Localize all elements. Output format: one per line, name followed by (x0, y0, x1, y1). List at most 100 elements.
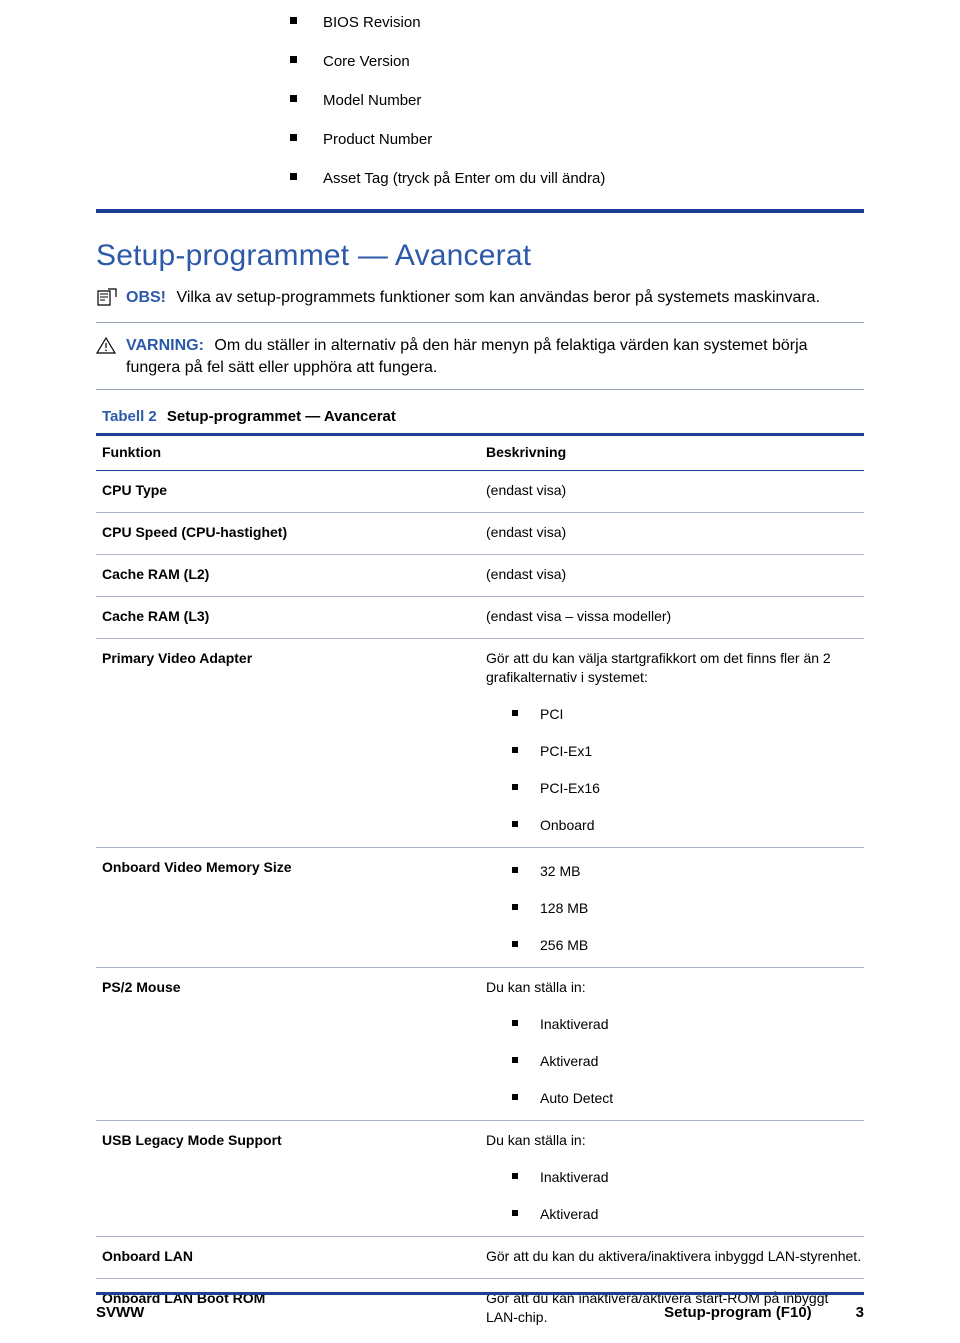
page-footer: SVWW Setup-program (F10) 3 (96, 1292, 864, 1321)
table-caption-label: Tabell 2 (102, 408, 157, 425)
row-lead-text: (endast visa) (486, 482, 567, 498)
list-item: Onboard (512, 816, 864, 835)
row-bullet-list: Inaktiverad Aktiverad Auto Detect (486, 1015, 864, 1108)
row-lead-text: (endast visa – vissa modeller) (486, 608, 672, 624)
section-divider (96, 209, 864, 213)
table-header-funktion: Funktion (96, 433, 480, 471)
row-beskrivning: 32 MB 128 MB 256 MB (480, 847, 864, 968)
page-number: 3 (855, 1304, 864, 1321)
row-funktion: PS/2 Mouse (96, 967, 480, 1121)
list-item: BIOS Revision (290, 14, 864, 31)
bullet-dot-icon (512, 1094, 518, 1100)
table-header-row: Funktion Beskrivning (96, 433, 864, 471)
bullet-dot-icon (512, 867, 518, 873)
bullet-dot-icon (512, 1057, 518, 1063)
list-item: Auto Detect (512, 1089, 864, 1108)
table-row: Cache RAM (L3) (endast visa – vissa mode… (96, 596, 864, 639)
table-row: Cache RAM (L2) (endast visa) (96, 554, 864, 597)
list-item-label: Aktiverad (540, 1206, 599, 1222)
note-warning-text: Om du ställer in alternativ på den här m… (126, 337, 808, 376)
list-item: Inaktiverad (512, 1015, 864, 1034)
table-row: USB Legacy Mode Support Du kan ställa in… (96, 1120, 864, 1237)
list-item-label: PCI-Ex1 (540, 743, 593, 759)
row-beskrivning: Gör att du kan du aktivera/inaktivera in… (480, 1236, 864, 1279)
note-obs-label: OBS! (126, 289, 166, 306)
row-beskrivning: Du kan ställa in: Inaktiverad Aktiverad (480, 1120, 864, 1237)
row-beskrivning: (endast visa) (480, 512, 864, 555)
footer-chapter-label: Setup-program (F10) (664, 1304, 812, 1321)
bullet-dot-icon (512, 747, 518, 753)
note-divider (96, 389, 864, 390)
list-item: Model Number (290, 92, 864, 109)
row-funktion: Onboard LAN (96, 1236, 480, 1279)
list-item-label: PCI (540, 706, 564, 722)
note-warning-label: VARNING: (126, 337, 204, 354)
row-lead-text: Du kan ställa in: (486, 1132, 586, 1148)
warning-icon (95, 335, 126, 360)
row-funktion: Cache RAM (L2) (96, 554, 480, 597)
row-lead-text: Du kan ställa in: (486, 979, 586, 995)
row-beskrivning: (endast visa) (480, 470, 864, 513)
list-item-label: Inaktiverad (540, 1016, 609, 1032)
setup-table: Funktion Beskrivning CPU Type (endast vi… (96, 433, 864, 1339)
note-icon (96, 287, 126, 312)
list-item-label: Onboard (540, 817, 595, 833)
table-caption-text: Setup-programmet — Avancerat (166, 408, 396, 425)
list-item-label: Model Number (323, 92, 422, 109)
row-bullet-list: Inaktiverad Aktiverad (486, 1168, 864, 1224)
row-funktion: CPU Speed (CPU-hastighet) (96, 512, 480, 555)
list-item-label: Core Version (323, 53, 410, 70)
table-row: PS/2 Mouse Du kan ställa in: Inaktiverad… (96, 967, 864, 1121)
bullet-dot-icon (290, 134, 297, 141)
bullet-dot-icon (512, 821, 518, 827)
bullet-dot-icon (512, 941, 518, 947)
list-item: Aktiverad (512, 1205, 864, 1224)
row-beskrivning: (endast visa) (480, 554, 864, 597)
list-item-label: PCI-Ex16 (540, 780, 600, 796)
list-item: 32 MB (512, 862, 864, 881)
row-funktion: USB Legacy Mode Support (96, 1120, 480, 1237)
footer-divider (96, 1292, 864, 1295)
footer-left-label: SVWW (96, 1304, 145, 1321)
bullet-dot-icon (290, 17, 297, 24)
bullet-dot-icon (512, 784, 518, 790)
list-item: Core Version (290, 53, 864, 70)
list-item-label: Product Number (323, 131, 433, 148)
list-item: Aktiverad (512, 1052, 864, 1071)
list-item-label: Aktiverad (540, 1053, 599, 1069)
list-item: 128 MB (512, 899, 864, 918)
table-row: Onboard LAN Gör att du kan du aktivera/i… (96, 1236, 864, 1279)
row-beskrivning: Du kan ställa in: Inaktiverad Aktiverad … (480, 967, 864, 1121)
list-item: PCI-Ex1 (512, 742, 864, 761)
list-item-label: BIOS Revision (323, 14, 421, 31)
note-obs: OBS! Vilka av setup-programmets funktion… (96, 287, 864, 312)
table-row: Onboard Video Memory Size 32 MB 128 MB 2… (96, 847, 864, 968)
bullet-dot-icon (512, 1173, 518, 1179)
note-warning: VARNING: Om du ställer in alternativ på … (95, 335, 864, 379)
list-item-label: 128 MB (540, 900, 589, 916)
bullet-dot-icon (512, 1210, 518, 1216)
row-funktion: Cache RAM (L3) (96, 596, 480, 639)
bullet-dot-icon (290, 173, 297, 180)
row-bullet-list: PCI PCI-Ex1 PCI-Ex16 Onboard (486, 705, 864, 835)
table-row: CPU Type (endast visa) (96, 470, 864, 513)
bullet-dot-icon (290, 56, 297, 63)
bullet-dot-icon (512, 710, 518, 716)
bullet-dot-icon (512, 1020, 518, 1026)
row-bullet-list: 32 MB 128 MB 256 MB (486, 862, 864, 955)
list-item-label: Asset Tag (tryck på Enter om du vill änd… (323, 170, 606, 187)
list-item: Inaktiverad (512, 1168, 864, 1187)
row-lead-text: (endast visa) (486, 524, 567, 540)
list-item: PCI-Ex16 (512, 779, 864, 798)
list-item: Product Number (290, 131, 864, 148)
list-item-label: 256 MB (540, 937, 589, 953)
row-funktion: CPU Type (96, 470, 480, 513)
row-lead-text: Gör att du kan du aktivera/inaktivera in… (486, 1248, 862, 1264)
note-obs-text: Vilka av setup-programmets funktioner so… (176, 289, 821, 306)
note-divider (96, 322, 864, 323)
row-beskrivning: Gör att du kan välja startgrafikkort om … (480, 638, 864, 848)
bullet-dot-icon (512, 904, 518, 910)
row-funktion: Primary Video Adapter (96, 638, 480, 848)
bullet-dot-icon (290, 95, 297, 102)
note-warning-body: VARNING: Om du ställer in alternativ på … (126, 335, 864, 379)
